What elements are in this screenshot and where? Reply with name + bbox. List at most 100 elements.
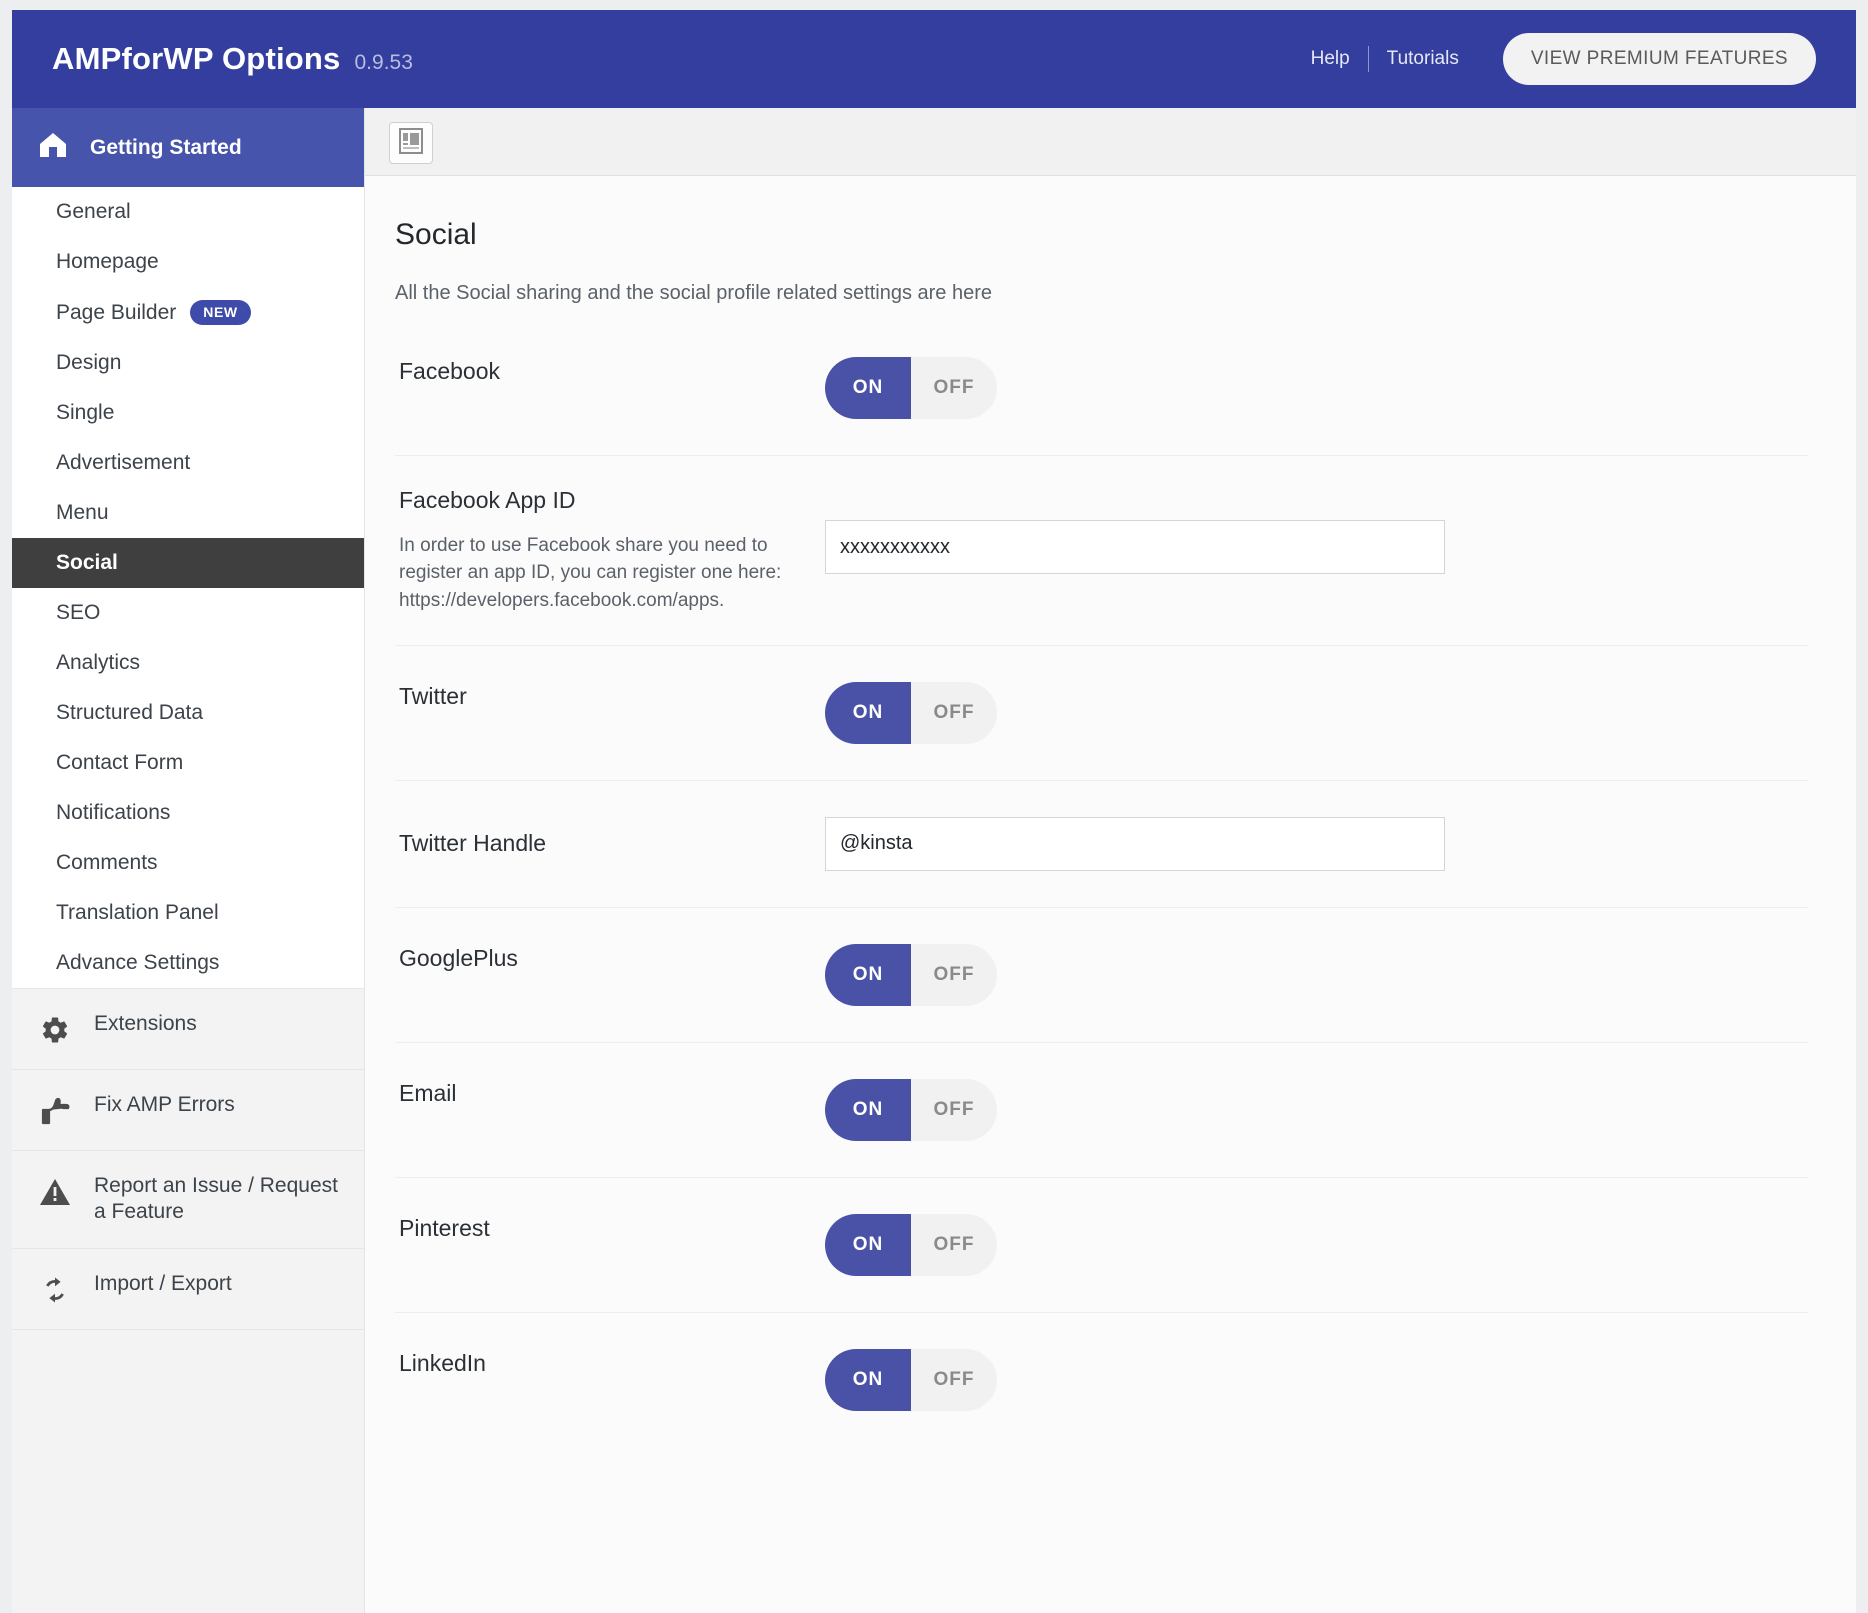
setting-label-wrap: Facebook xyxy=(395,357,825,387)
sidebar-item-label: Notifications xyxy=(56,801,170,825)
toggle-off-label[interactable]: OFF xyxy=(911,1214,997,1276)
sidebar-item-label: Page Builder xyxy=(56,301,176,325)
sidebar-block-label: Extensions xyxy=(94,1011,197,1037)
toggle-on-label[interactable]: ON xyxy=(825,1079,911,1141)
email-toggle[interactable]: ON OFF xyxy=(825,1079,997,1141)
sidebar-item-label: Menu xyxy=(56,501,109,525)
sidebar-item-import-export[interactable]: Import / Export xyxy=(12,1248,364,1329)
version-label: 0.9.53 xyxy=(355,51,413,75)
sidebar-item-advance-settings[interactable]: Advance Settings xyxy=(12,938,364,988)
sidebar-item-structured-data[interactable]: Structured Data xyxy=(12,688,364,738)
setting-control: ON OFF xyxy=(825,1079,1808,1141)
tutorials-link[interactable]: Tutorials xyxy=(1369,48,1477,70)
app-body: Getting Started General Homepage Page Bu… xyxy=(12,108,1856,1613)
toggle-on-label[interactable]: ON xyxy=(825,1349,911,1411)
sidebar-item-label: Advance Settings xyxy=(56,951,219,975)
layout-toggle-button[interactable] xyxy=(389,122,433,164)
toggle-off-label[interactable]: OFF xyxy=(911,357,997,419)
sidebar-item-label: Design xyxy=(56,351,121,375)
sidebar-item-menu[interactable]: Menu xyxy=(12,488,364,538)
layout-icon xyxy=(399,128,423,159)
setting-label: Twitter xyxy=(399,682,825,712)
sidebar-item-design[interactable]: Design xyxy=(12,338,364,388)
sidebar-item-label: Social xyxy=(56,551,118,575)
help-link[interactable]: Help xyxy=(1311,48,1368,70)
setting-label: LinkedIn xyxy=(399,1349,825,1379)
linkedin-toggle[interactable]: ON OFF xyxy=(825,1349,997,1411)
setting-control: ON OFF xyxy=(825,682,1808,744)
setting-label-wrap: Email xyxy=(395,1079,825,1109)
setting-label-wrap: Pinterest xyxy=(395,1214,825,1244)
sidebar-item-social[interactable]: Social xyxy=(12,538,364,588)
facebook-toggle[interactable]: ON OFF xyxy=(825,357,997,419)
home-icon xyxy=(38,131,68,164)
setting-control xyxy=(825,486,1808,574)
setting-control: ON OFF xyxy=(825,1349,1808,1411)
toggle-off-label[interactable]: OFF xyxy=(911,682,997,744)
setting-row-facebook-app-id: Facebook App ID In order to use Facebook… xyxy=(395,455,1808,645)
toggle-off-label[interactable]: OFF xyxy=(911,1349,997,1411)
setting-label-wrap: Twitter xyxy=(395,682,825,712)
section-subtitle: All the Social sharing and the social pr… xyxy=(395,282,1808,305)
googleplus-toggle[interactable]: ON OFF xyxy=(825,944,997,1006)
sidebar-item-label: Advertisement xyxy=(56,451,190,475)
sidebar-filler xyxy=(12,1329,364,1613)
toggle-on-label[interactable]: ON xyxy=(825,944,911,1006)
sidebar-block-label: Import / Export xyxy=(94,1271,232,1297)
setting-row-pinterest: Pinterest ON OFF xyxy=(395,1177,1808,1312)
settings-content: Social All the Social sharing and the so… xyxy=(365,176,1856,1447)
sidebar-item-notifications[interactable]: Notifications xyxy=(12,788,364,838)
sidebar-item-label: SEO xyxy=(56,601,100,625)
sync-icon xyxy=(38,1273,72,1307)
toggle-off-label[interactable]: OFF xyxy=(911,944,997,1006)
sidebar-item-extensions[interactable]: Extensions xyxy=(12,988,364,1069)
sidebar-item-label: General xyxy=(56,200,131,224)
view-premium-features-button[interactable]: VIEW PREMIUM FEATURES xyxy=(1503,33,1816,85)
sidebar-item-analytics[interactable]: Analytics xyxy=(12,638,364,688)
setting-label-wrap: Twitter Handle xyxy=(395,829,825,859)
sidebar-item-single[interactable]: Single xyxy=(12,388,364,438)
gear-icon xyxy=(38,1013,72,1047)
sidebar-item-page-builder[interactable]: Page Builder NEW xyxy=(12,287,364,338)
sidebar-item-homepage[interactable]: Homepage xyxy=(12,237,364,287)
setting-control: ON OFF xyxy=(825,357,1808,419)
setting-label-wrap: LinkedIn xyxy=(395,1349,825,1379)
app-window: AMPforWP Options 0.9.53 Help Tutorials V… xyxy=(0,0,1868,1613)
brand: AMPforWP Options 0.9.53 xyxy=(52,41,413,77)
sidebar-item-advertisement[interactable]: Advertisement xyxy=(12,438,364,488)
toggle-off-label[interactable]: OFF xyxy=(911,1079,997,1141)
sidebar-item-label: Contact Form xyxy=(56,751,183,775)
setting-label: Twitter Handle xyxy=(399,829,825,859)
setting-control xyxy=(825,817,1808,871)
sidebar-item-report-issue[interactable]: Report an Issue / Request a Feature xyxy=(12,1150,364,1248)
sidebar-item-translation-panel[interactable]: Translation Panel xyxy=(12,888,364,938)
setting-row-linkedin: LinkedIn ON OFF xyxy=(395,1312,1808,1447)
app-header: AMPforWP Options 0.9.53 Help Tutorials V… xyxy=(12,10,1856,108)
sidebar-item-seo[interactable]: SEO xyxy=(12,588,364,638)
sidebar-item-getting-started[interactable]: Getting Started xyxy=(12,108,364,187)
pinterest-toggle[interactable]: ON OFF xyxy=(825,1214,997,1276)
sidebar-item-label: Structured Data xyxy=(56,701,203,725)
sidebar-item-label: Single xyxy=(56,401,114,425)
setting-control: ON OFF xyxy=(825,944,1808,1006)
sidebar-item-label: Homepage xyxy=(56,250,159,274)
sidebar-block-label: Fix AMP Errors xyxy=(94,1092,235,1118)
toggle-on-label[interactable]: ON xyxy=(825,357,911,419)
setting-label: Facebook xyxy=(399,357,825,387)
setting-row-twitter-handle: Twitter Handle xyxy=(395,780,1808,907)
setting-label: GooglePlus xyxy=(399,944,825,974)
setting-row-twitter: Twitter ON OFF xyxy=(395,645,1808,780)
twitter-handle-input[interactable] xyxy=(825,817,1445,871)
sidebar-item-fix-amp-errors[interactable]: Fix AMP Errors xyxy=(12,1069,364,1150)
toggle-on-label[interactable]: ON xyxy=(825,682,911,744)
main-panel: Social All the Social sharing and the so… xyxy=(365,108,1856,1613)
toggle-on-label[interactable]: ON xyxy=(825,1214,911,1276)
twitter-toggle[interactable]: ON OFF xyxy=(825,682,997,744)
facebook-app-id-input[interactable] xyxy=(825,520,1445,574)
sidebar-item-general[interactable]: General xyxy=(12,187,364,237)
sidebar-item-contact-form[interactable]: Contact Form xyxy=(12,738,364,788)
warning-triangle-icon xyxy=(38,1175,72,1209)
sidebar-item-label: Translation Panel xyxy=(56,901,219,925)
sidebar-item-comments[interactable]: Comments xyxy=(12,838,364,888)
section-title: Social xyxy=(395,218,1808,252)
